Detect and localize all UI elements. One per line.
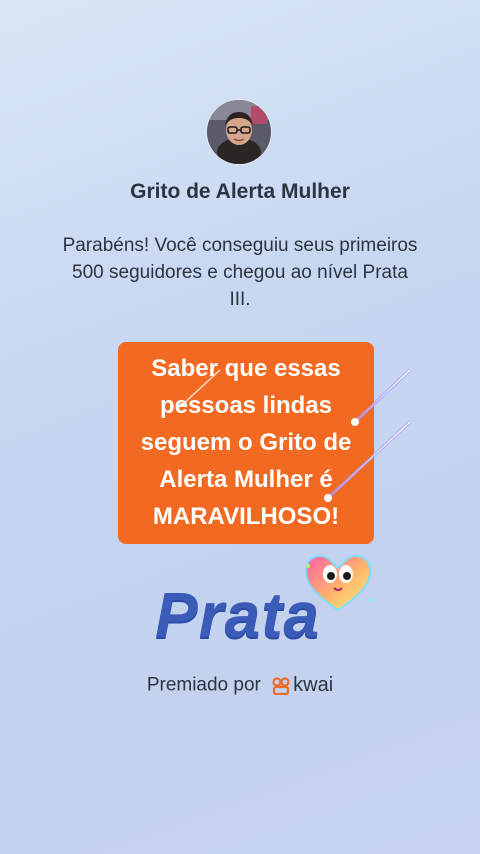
profile-avatar bbox=[207, 100, 271, 164]
heart-mascot-icon bbox=[304, 554, 372, 612]
congratulations-message: Parabéns! Você conseguiu seus primeiros … bbox=[62, 235, 418, 310]
kwai-logo: kwai bbox=[272, 674, 333, 697]
awarded-by-label: Premiado por bbox=[146, 674, 261, 696]
caption-text-box: Saber que essas pessoas lindas seguem o … bbox=[118, 342, 374, 544]
level-title: Prata bbox=[155, 579, 321, 651]
award-footer: Premiado por kwai bbox=[0, 674, 480, 697]
avatar-image bbox=[207, 100, 271, 164]
profile-name: Grito de Alerta Mulher bbox=[130, 180, 350, 203]
kwai-logo-icon bbox=[272, 676, 290, 695]
kwai-brand-name: kwai bbox=[293, 674, 334, 696]
